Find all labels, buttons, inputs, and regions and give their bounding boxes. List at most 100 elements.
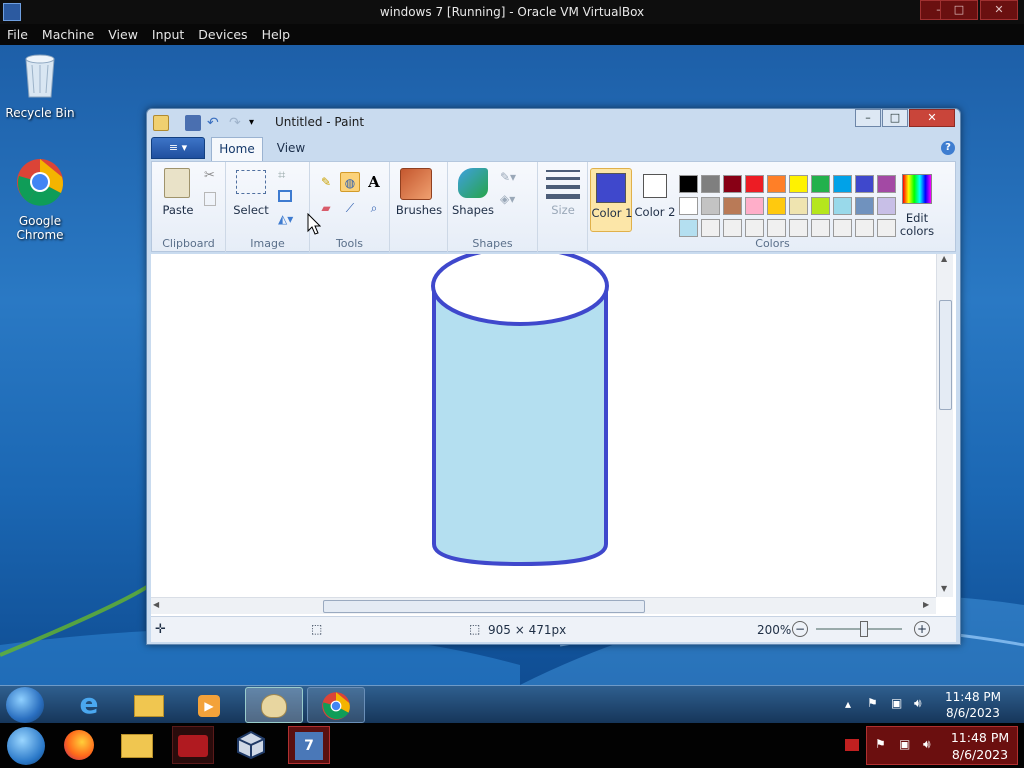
scroll-left-icon[interactable]: ◀	[153, 600, 159, 609]
host-network-icon[interactable]: ▣	[899, 737, 910, 751]
paint-minimize-button[interactable]: –	[855, 109, 881, 127]
palette-swatch[interactable]	[789, 219, 808, 237]
paint-menu-button[interactable]: ≡ ▾	[151, 137, 205, 159]
color1-button[interactable]: Color 1	[590, 168, 633, 232]
palette-swatch[interactable]	[855, 175, 874, 193]
palette-swatch[interactable]	[745, 175, 764, 193]
palette-swatch[interactable]	[679, 175, 698, 193]
zoom-out-button[interactable]: −	[792, 621, 808, 637]
internet-explorer-icon[interactable]: e	[60, 687, 118, 723]
help-icon[interactable]: ?	[941, 141, 955, 155]
palette-swatch[interactable]	[877, 175, 896, 193]
game-app-button[interactable]	[172, 726, 214, 764]
host-clock[interactable]: 11:48 PM 8/6/2023	[945, 729, 1015, 763]
paint-title-bar[interactable]: ↶ ↷ ▾ Untitled - Paint – □ ✕	[147, 109, 960, 137]
undo-icon[interactable]: ↶	[207, 115, 223, 131]
palette-swatch[interactable]	[723, 219, 742, 237]
color-picker-icon[interactable]: ⟋	[340, 198, 360, 218]
palette-swatch[interactable]	[811, 197, 830, 215]
maximize-button[interactable]: □	[940, 0, 978, 20]
palette-swatch[interactable]	[833, 219, 852, 237]
vertical-scroll-thumb[interactable]	[939, 300, 952, 410]
desktop-icon-google-chrome[interactable]: Google Chrome	[0, 157, 80, 242]
palette-swatch[interactable]	[811, 175, 830, 193]
zoom-slider-thumb[interactable]	[860, 621, 868, 637]
vm-windows7-button[interactable]: 7	[288, 726, 330, 764]
customize-qat-icon[interactable]: ▾	[249, 115, 265, 131]
select-button[interactable]: Select	[230, 204, 272, 217]
vertical-scrollbar[interactable]: ▲ ▼	[936, 254, 953, 597]
size-button[interactable]: Size	[538, 204, 588, 217]
horizontal-scroll-thumb[interactable]	[323, 600, 645, 613]
edit-colors-button[interactable]: Edit colors	[894, 212, 940, 238]
volume-icon[interactable]: 🔊︎	[914, 696, 922, 711]
scroll-up-icon[interactable]: ▲	[941, 254, 947, 263]
palette-swatch[interactable]	[701, 175, 720, 193]
resize-icon[interactable]	[278, 190, 292, 202]
zoom-slider-track[interactable]	[816, 628, 902, 630]
palette-swatch[interactable]	[701, 219, 720, 237]
zoom-in-button[interactable]: +	[914, 621, 930, 637]
tab-view[interactable]: View	[269, 141, 313, 155]
show-hidden-icons[interactable]: ▴	[845, 697, 851, 711]
fill-shape-icon[interactable]: ◈▾	[500, 192, 515, 206]
crop-icon[interactable]: ⌗	[278, 168, 285, 183]
copy-icon[interactable]	[204, 192, 216, 206]
palette-swatch[interactable]	[855, 219, 874, 237]
cut-icon[interactable]: ✂	[204, 168, 215, 183]
palette-swatch[interactable]	[745, 197, 764, 215]
action-center-icon[interactable]: ⚑	[867, 696, 878, 710]
virtualbox-manager-button[interactable]	[230, 726, 272, 764]
save-icon[interactable]	[185, 115, 201, 131]
palette-swatch[interactable]	[723, 197, 742, 215]
drawing-canvas[interactable]	[151, 254, 956, 616]
shapes-button[interactable]: Shapes	[448, 204, 498, 217]
tab-home[interactable]: Home	[211, 137, 263, 161]
paste-button[interactable]: Paste	[156, 204, 200, 217]
host-file-explorer-button[interactable]	[116, 726, 158, 764]
paint-taskbar-button[interactable]	[245, 687, 303, 723]
host-start-icon[interactable]	[7, 727, 45, 765]
palette-swatch[interactable]	[679, 197, 698, 215]
palette-swatch[interactable]	[833, 175, 852, 193]
palette-swatch[interactable]	[767, 197, 786, 215]
host-volume-icon[interactable]: 🔊︎	[923, 737, 931, 752]
color2-button[interactable]: Color 2	[634, 168, 676, 232]
horizontal-scrollbar[interactable]: ◀ ▶	[151, 597, 936, 614]
palette-swatch[interactable]	[811, 219, 830, 237]
rotate-icon[interactable]: ◭▾	[278, 212, 293, 226]
menu-view[interactable]: View	[101, 24, 145, 45]
host-notification-icon[interactable]	[845, 739, 859, 751]
palette-swatch[interactable]	[767, 175, 786, 193]
firefox-button[interactable]	[58, 726, 100, 764]
pencil-icon[interactable]: ✎	[316, 172, 336, 192]
outline-icon[interactable]: ✎▾	[500, 170, 516, 184]
palette-swatch[interactable]	[701, 197, 720, 215]
paint-close-button[interactable]: ✕	[909, 109, 955, 127]
guest-clock[interactable]: 11:48 PM 8/6/2023	[940, 689, 1006, 721]
menu-help[interactable]: Help	[255, 24, 298, 45]
scroll-down-icon[interactable]: ▼	[941, 584, 947, 593]
network-icon[interactable]: ▣	[891, 696, 902, 710]
redo-icon[interactable]: ↷	[229, 115, 245, 131]
menu-input[interactable]: Input	[145, 24, 191, 45]
text-icon[interactable]: A	[364, 172, 384, 192]
palette-swatch[interactable]	[789, 175, 808, 193]
media-player-button[interactable]: ▶	[180, 687, 238, 723]
paint-maximize-button[interactable]: □	[882, 109, 908, 127]
host-action-center-icon[interactable]: ⚑	[875, 737, 886, 751]
scroll-right-icon[interactable]: ▶	[923, 600, 929, 609]
palette-swatch[interactable]	[767, 219, 786, 237]
fill-icon[interactable]: ◍	[340, 172, 360, 192]
start-orb-icon[interactable]	[6, 687, 44, 723]
palette-swatch[interactable]	[723, 175, 742, 193]
menu-machine[interactable]: Machine	[35, 24, 101, 45]
desktop-icon-recycle-bin[interactable]: Recycle Bin	[0, 51, 80, 120]
close-button[interactable]: ✕	[980, 0, 1018, 20]
file-explorer-button[interactable]	[120, 687, 178, 723]
menu-devices[interactable]: Devices	[191, 24, 254, 45]
palette-swatch[interactable]	[789, 197, 808, 215]
palette-swatch[interactable]	[855, 197, 874, 215]
palette-swatch[interactable]	[833, 197, 852, 215]
chrome-taskbar-button[interactable]	[307, 687, 365, 723]
